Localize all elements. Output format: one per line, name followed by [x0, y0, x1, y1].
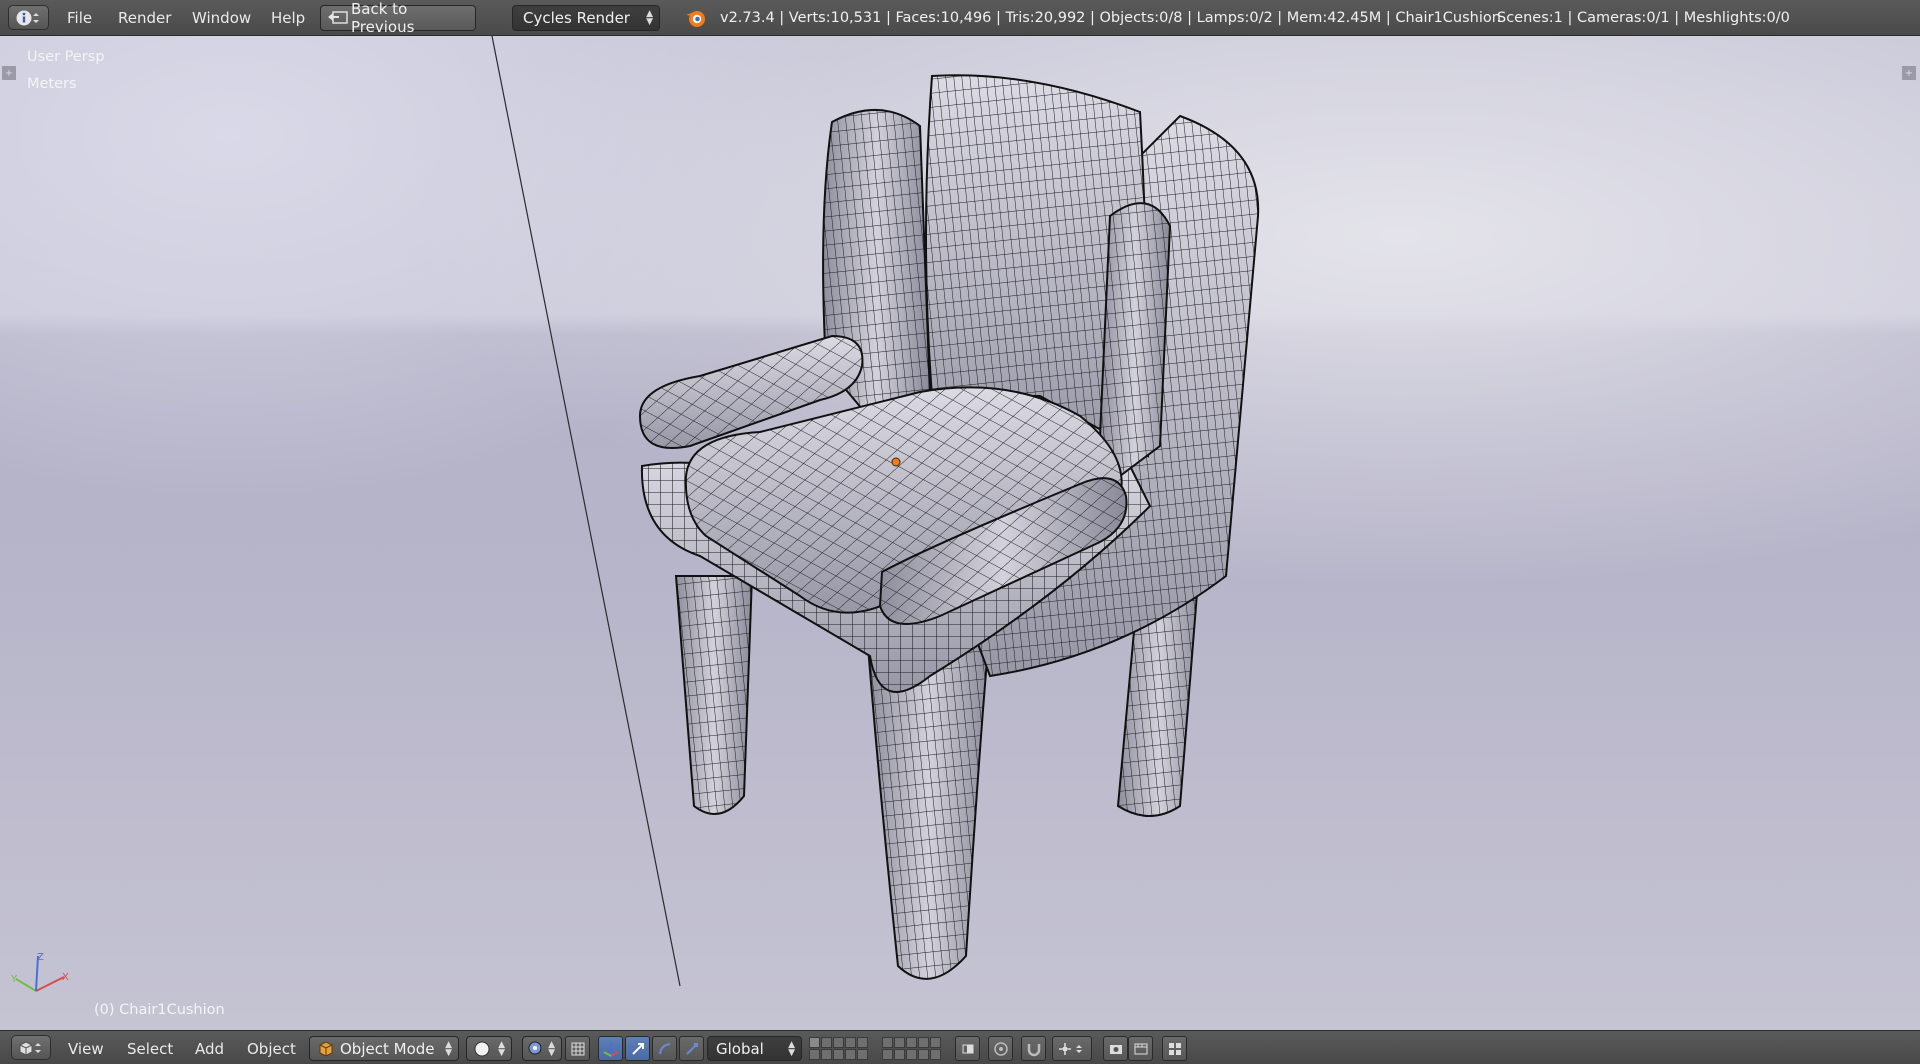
properties-expand-icon[interactable]: +	[1902, 66, 1916, 80]
3d-view-icon	[19, 1040, 41, 1056]
units-label: Meters	[27, 76, 77, 92]
scene-statistics: v2.73.4 | Verts:10,531 | Faces:10,496 | …	[720, 10, 1501, 26]
menu-object[interactable]: Object	[247, 1040, 296, 1058]
manipulator-toggle[interactable]	[598, 1036, 623, 1061]
render-still-icon	[1109, 1044, 1122, 1054]
camera-lock-icon	[962, 1044, 973, 1053]
dropdown-arrows-icon: ▲ ▼	[646, 9, 653, 27]
menu-select[interactable]: Select	[127, 1040, 173, 1058]
render-statistics: Scenes:1 | Cameras:0/1 | Meshlights:0/0	[1497, 10, 1790, 26]
axis-y-line	[15, 978, 37, 992]
interaction-mode-dropdown[interactable]: Object Mode ▲ ▼	[309, 1036, 459, 1061]
chair-leg-back-left	[674, 575, 754, 815]
menu-render[interactable]: Render	[118, 9, 171, 27]
info-header: File Render Window Help Back to Previous…	[0, 0, 1920, 36]
chair-mesh[interactable]	[638, 74, 1260, 980]
menu-help[interactable]: Help	[271, 9, 305, 27]
opengl-render-animation-button[interactable]	[1128, 1036, 1153, 1061]
back-to-previous-icon	[328, 11, 348, 24]
axis-x-label: X	[62, 972, 69, 983]
layer-buttons-group-2[interactable]	[882, 1037, 941, 1060]
menu-window[interactable]: Window	[192, 9, 251, 27]
editor-type-selector-3d[interactable]	[11, 1035, 51, 1060]
snap-increment-icon	[1059, 1042, 1082, 1055]
object-mode-cube-icon	[319, 1041, 333, 1057]
scale-icon	[685, 1042, 698, 1055]
object-origin-dot	[891, 457, 901, 467]
translate-arrow-icon	[631, 1042, 644, 1055]
back-to-previous-button[interactable]: Back to Previous	[320, 0, 476, 36]
solid-shading-icon	[474, 1041, 490, 1057]
pivot-point-icon	[528, 1041, 542, 1055]
interaction-mode-value: Object Mode	[340, 1039, 435, 1058]
axis-z-label: Z	[37, 952, 44, 963]
3d-viewport[interactable]: X Y Z User Persp Meters (0) Chair1Cushio…	[0, 36, 1920, 1030]
quad-view-button[interactable]	[1162, 1036, 1187, 1061]
blender-logo-icon	[686, 11, 705, 27]
axis-y-label: Y	[10, 974, 18, 985]
magnet-icon	[1027, 1043, 1040, 1056]
view-name-label: User Persp	[27, 49, 105, 65]
menu-add[interactable]: Add	[195, 1040, 224, 1058]
rotate-arc-icon	[658, 1042, 670, 1054]
chair-wing-right	[1098, 202, 1172, 478]
axis-x-line	[35, 976, 65, 992]
toolshelf-expand-icon[interactable]: +	[2, 66, 16, 80]
proportional-editing-button[interactable]	[988, 1036, 1013, 1061]
proportional-edit-icon	[993, 1041, 1008, 1056]
3d-view-header: View Select Add Object Object Mode ▲ ▼ ▲ ▼…	[0, 1030, 1920, 1064]
active-object-label: (0) Chair1Cushion	[94, 1002, 225, 1018]
pivot-point-dropdown[interactable]: ▲ ▼	[522, 1036, 562, 1061]
lock-camera-button[interactable]	[955, 1036, 980, 1061]
layer-visibility-toggle[interactable]	[565, 1036, 590, 1061]
layer-buttons-group-1[interactable]	[809, 1037, 868, 1060]
render-animation-icon	[1134, 1043, 1147, 1054]
info-icon	[16, 10, 39, 25]
menu-view[interactable]: View	[68, 1040, 104, 1058]
dropdown-arrows-icon: ▲ ▼	[548, 1040, 555, 1058]
render-engine-dropdown[interactable]: Cycles Render ▲ ▼	[512, 5, 660, 31]
dropdown-arrows-icon: ▲ ▼	[788, 1040, 795, 1058]
viewport-shading-dropdown[interactable]: ▲ ▼	[466, 1036, 512, 1061]
snap-element-dropdown[interactable]	[1052, 1036, 1092, 1061]
render-engine-value: Cycles Render	[523, 9, 630, 27]
dropdown-arrows-icon: ▲ ▼	[498, 1040, 505, 1058]
transform-orientation-value: Global	[716, 1039, 764, 1058]
translate-manipulator-button[interactable]	[625, 1036, 650, 1061]
manipulator-icon	[603, 1042, 618, 1057]
opengl-render-button[interactable]	[1103, 1036, 1128, 1061]
grid-layout-icon	[1168, 1042, 1181, 1055]
scale-manipulator-button[interactable]	[679, 1036, 704, 1061]
back-to-previous-label: Back to Previous	[351, 0, 415, 36]
editor-type-selector[interactable]	[8, 5, 49, 30]
menu-file[interactable]: File	[67, 9, 92, 27]
rotate-manipulator-button[interactable]	[652, 1036, 677, 1061]
snap-toggle-button[interactable]	[1021, 1036, 1046, 1061]
viewport-scene: X Y Z	[10, 36, 1260, 992]
axis-gizmo: X Y Z	[10, 952, 69, 992]
dropdown-arrows-icon: ▲ ▼	[445, 1040, 452, 1058]
grid-select-icon	[571, 1042, 584, 1055]
transform-orientation-dropdown[interactable]: Global ▲ ▼	[707, 1036, 802, 1061]
